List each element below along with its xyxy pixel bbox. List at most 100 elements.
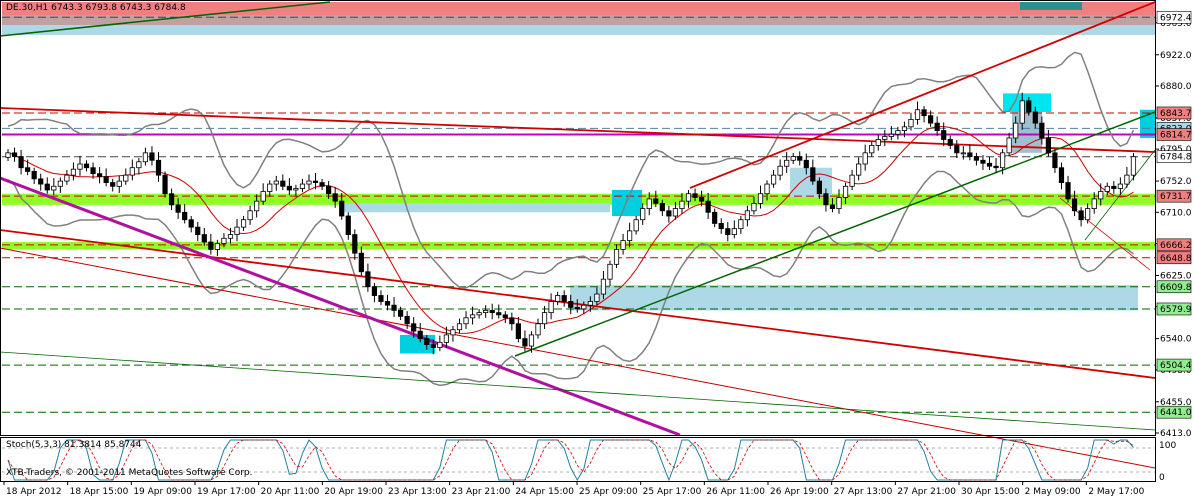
candle: [1026, 100, 1032, 113]
candle: [149, 152, 155, 161]
candle: [424, 338, 430, 345]
zone-block: [570, 285, 1138, 311]
time-tick-label: 27 Apr 13:00: [834, 487, 893, 497]
candle: [607, 263, 613, 280]
candle: [339, 200, 345, 217]
candle: [613, 249, 620, 265]
candle: [417, 330, 423, 340]
candle: [378, 295, 384, 302]
candle: [234, 226, 240, 235]
candle: [797, 156, 803, 161]
candle: [1032, 111, 1038, 124]
candle: [869, 145, 875, 154]
candle: [784, 159, 790, 167]
candle: [332, 193, 338, 202]
candle: [816, 180, 822, 195]
candle: [698, 197, 705, 202]
price-tag-label: 6441.0: [1160, 408, 1192, 418]
candle: [823, 193, 829, 206]
candle: [430, 344, 436, 348]
price-tag: 6609.8: [1156, 280, 1192, 294]
candle: [967, 152, 973, 157]
candle: [463, 317, 469, 325]
candle: [1006, 137, 1012, 154]
candle: [345, 215, 351, 235]
time-tick-label: 24 Apr 15:00: [515, 487, 574, 497]
price-tick-label: 6752.0: [1160, 177, 1192, 187]
price-tag-label: 6504.4: [1160, 361, 1192, 371]
candle: [168, 193, 175, 206]
candle: [365, 271, 371, 288]
candle: [469, 314, 476, 319]
candle: [666, 210, 672, 217]
candle: [358, 252, 364, 273]
candle: [1111, 185, 1117, 189]
candle: [731, 228, 737, 235]
candle: [712, 211, 718, 224]
candle: [515, 323, 521, 340]
candle: [201, 234, 207, 243]
candle: [744, 210, 750, 221]
candle: [980, 159, 986, 164]
candle: [1013, 122, 1019, 139]
candle: [653, 198, 659, 204]
candle: [1091, 198, 1097, 209]
time-tick-label: 18 Apr 15:00: [70, 487, 129, 497]
candle: [77, 163, 83, 170]
candle: [175, 204, 181, 213]
candle: [986, 162, 993, 167]
candle: [882, 136, 888, 140]
candle: [999, 152, 1006, 169]
candle: [738, 219, 744, 230]
price-tag: 6441.0: [1156, 405, 1192, 419]
price-tag-label: 6784.8: [1160, 153, 1192, 163]
price-tag-label: 6972.4: [1160, 13, 1192, 23]
candle: [908, 119, 914, 128]
candle: [312, 180, 319, 183]
support-zone: [2, 193, 1155, 205]
candle: [509, 317, 515, 325]
price-tag: 6972.4: [1156, 11, 1192, 24]
candle: [221, 237, 227, 244]
candle: [489, 309, 495, 314]
time-tick-label: 19 Apr 17:00: [197, 487, 256, 497]
candle: [1052, 152, 1058, 169]
candle: [97, 173, 103, 178]
candle: [1039, 122, 1045, 139]
candle: [679, 200, 685, 209]
candle: [541, 312, 548, 325]
candle: [240, 219, 247, 228]
candle: [326, 185, 332, 195]
candle: [456, 323, 463, 331]
candle: [594, 293, 600, 302]
candle: [404, 315, 410, 325]
candle: [293, 188, 299, 191]
candle: [888, 133, 894, 137]
candle: [371, 286, 378, 296]
candle: [914, 109, 921, 120]
candle: [44, 183, 50, 191]
time-tick-label: 20 Apr 11:00: [261, 487, 320, 497]
candle: [18, 156, 24, 169]
candle: [842, 185, 849, 198]
candle: [535, 323, 541, 336]
price-tag-label: 6731.7: [1160, 192, 1192, 202]
time-tick-label: 20 Apr 19:00: [324, 487, 383, 497]
candle: [692, 193, 698, 198]
candle: [411, 323, 417, 332]
candle: [522, 338, 528, 347]
candle: [195, 226, 201, 235]
candle: [640, 208, 646, 221]
candle: [155, 159, 162, 176]
time-tick-label: 19 Apr 09:00: [133, 487, 192, 497]
candle: [947, 139, 953, 146]
candle: [718, 223, 724, 230]
price-tag: 6814.7: [1156, 128, 1192, 141]
price-tick-label: 6413.0: [1160, 429, 1192, 439]
candle: [227, 234, 234, 239]
candle: [110, 182, 116, 187]
candle: [1124, 174, 1130, 185]
candle: [1130, 156, 1137, 176]
candle: [450, 329, 456, 336]
time-tick-label: 23 Apr 21:00: [452, 487, 511, 497]
